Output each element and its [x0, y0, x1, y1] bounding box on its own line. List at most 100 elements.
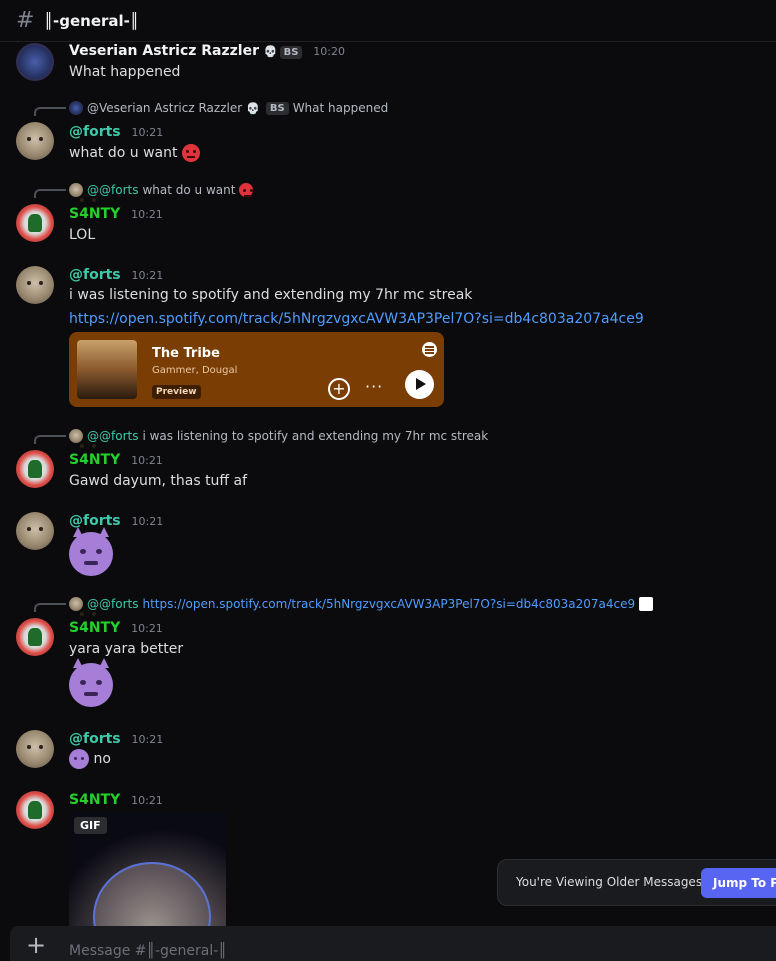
horn [73, 658, 83, 668]
author-name[interactable]: S4NTY [69, 206, 120, 222]
message-header: S4NTY 10:21 [69, 620, 163, 636]
add-to-library-button[interactable]: + [328, 378, 350, 400]
reply-text: i was listening to spotify and extending… [142, 429, 489, 443]
message-input-placeholder[interactable]: Message #║-general-║ [69, 943, 227, 959]
message-header: S4NTY 10:21 [69, 792, 163, 808]
avatar[interactable] [16, 43, 54, 81]
reply-spine [34, 107, 66, 116]
message-text: what do u want [69, 145, 178, 161]
avatar[interactable] [16, 266, 54, 304]
message-text-row: what do u want [69, 144, 200, 162]
timestamp: 10:21 [131, 269, 164, 282]
play-button[interactable] [405, 370, 434, 399]
message-header: @forts 10:21 [69, 513, 163, 529]
track-title[interactable]: The Tribe [152, 346, 220, 361]
author-name[interactable]: @forts [69, 267, 121, 283]
reply-text: what do u want [142, 183, 236, 197]
timestamp: 10:21 [131, 733, 164, 746]
author-name[interactable]: Veserian Astricz Razzler [69, 43, 259, 59]
spotify-embed: The Tribe Gammer, Dougal Preview + ··· [69, 332, 444, 407]
message-composer[interactable]: + Message #║-general-║ [10, 926, 776, 961]
angry-devil-emoji-icon [69, 658, 113, 707]
reply-text: What happened [292, 101, 389, 115]
message-text: LOL [69, 227, 96, 243]
message-header: @forts 10:21 [69, 267, 163, 283]
preview-badge: Preview [152, 385, 201, 399]
jump-to-present-button[interactable]: Jump To Present [701, 868, 776, 898]
reply-link[interactable]: https://open.spotify.com/track/5hNrgzvgx… [142, 597, 635, 611]
author-name[interactable]: S4NTY [69, 792, 120, 808]
timestamp: 10:21 [131, 454, 163, 467]
reply-spine [34, 189, 66, 198]
reply-avatar [69, 429, 83, 443]
reply-author[interactable]: @@forts [87, 429, 138, 443]
older-messages-bar: You're Viewing Older Messages Jump To Pr… [497, 859, 776, 906]
angry-face-icon [181, 144, 200, 162]
attach-plus-button[interactable]: + [24, 933, 48, 958]
message-text-row: no [69, 749, 111, 769]
angry-face-icon [239, 183, 254, 197]
user-tag-badge: BS [265, 101, 289, 115]
author-name[interactable]: @forts [69, 731, 121, 747]
skull-icon: 💀 [246, 101, 260, 115]
author-name[interactable]: S4NTY [69, 452, 120, 468]
timestamp: 10:21 [131, 515, 164, 528]
horn [99, 527, 109, 537]
author-name[interactable]: @forts [69, 124, 121, 140]
reply-spine [34, 435, 66, 444]
reply-preview[interactable]: @@forts https://open.spotify.com/track/5… [69, 597, 654, 611]
reply-preview[interactable]: @@forts what do u want [69, 183, 254, 197]
avatar[interactable] [16, 204, 54, 242]
gif-badge: GIF [74, 817, 107, 834]
older-messages-text: You're Viewing Older Messages [516, 875, 703, 889]
message-header: @forts 10:21 [69, 731, 163, 747]
channel-hash-icon: # [16, 8, 35, 33]
user-tag-badge: BS [279, 46, 303, 59]
message-text: Gawd dayum, thas tuff af [69, 473, 248, 489]
message-text: no [93, 751, 111, 767]
horn [73, 527, 83, 537]
message-text: yara yara better [69, 641, 184, 657]
message-header: S4NTY 10:21 [69, 452, 163, 468]
track-artist[interactable]: Gammer, Dougal [152, 365, 237, 376]
image-icon [639, 597, 654, 611]
avatar[interactable] [16, 122, 54, 160]
gif-image [93, 862, 211, 930]
reply-avatar [69, 101, 83, 115]
author-name[interactable]: S4NTY [69, 620, 120, 636]
angry-devil-emoji-icon [69, 527, 113, 576]
angry-devil-emoji-icon [69, 749, 89, 769]
message-text: i was listening to spotify and extending… [69, 287, 473, 303]
avatar[interactable] [16, 730, 54, 768]
skull-icon: 💀 [263, 45, 278, 58]
timestamp: 10:20 [313, 45, 345, 58]
timestamp: 10:21 [131, 208, 163, 221]
reply-preview[interactable]: @Veserian Astricz Razzler 💀 BS What happe… [69, 101, 388, 115]
album-art[interactable] [77, 340, 137, 399]
spotify-link[interactable]: https://open.spotify.com/track/5hNrgzvgx… [69, 311, 644, 327]
reply-avatar [69, 183, 83, 197]
reply-author[interactable]: @@forts [87, 597, 138, 611]
timestamp: 10:21 [131, 126, 164, 139]
message-header: S4NTY 10:21 [69, 206, 163, 222]
avatar[interactable] [16, 512, 54, 550]
gif-attachment[interactable]: GIF [69, 812, 226, 930]
avatar[interactable] [16, 618, 54, 656]
message-header: @forts 10:21 [69, 124, 163, 140]
message-text: What happened [69, 64, 181, 80]
timestamp: 10:21 [131, 622, 163, 635]
timestamp: 10:21 [131, 794, 163, 807]
avatar[interactable] [16, 450, 54, 488]
reply-avatar [69, 597, 83, 611]
reply-preview[interactable]: @@forts i was listening to spotify and e… [69, 429, 488, 443]
message-header: Veserian Astricz Razzler 💀 BS 10:20 [69, 43, 345, 59]
spotify-icon[interactable] [422, 342, 437, 357]
horn [99, 658, 109, 668]
reply-spine [34, 603, 66, 612]
channel-header: # ║-general-║ [0, 0, 776, 42]
avatar[interactable] [16, 791, 54, 829]
channel-title[interactable]: ║-general-║ [44, 12, 139, 30]
more-options-button[interactable]: ··· [365, 377, 383, 396]
reply-author[interactable]: @Veserian Astricz Razzler [87, 101, 242, 115]
reply-author[interactable]: @@forts [87, 183, 138, 197]
